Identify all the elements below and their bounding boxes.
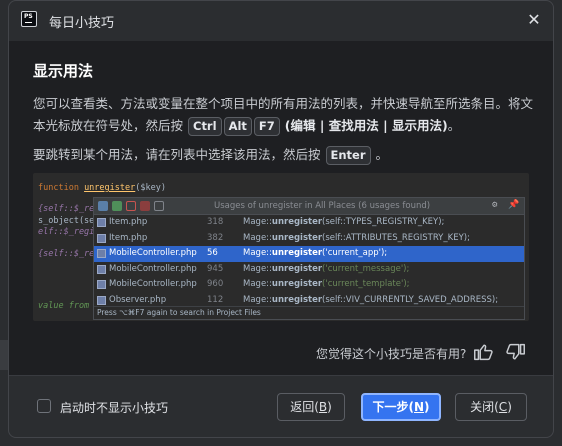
php-file-icon [97,280,106,290]
usage-code: Mage::unregister('current_app'); [243,248,388,259]
window-title: 每日小技巧 [49,16,115,31]
usage-file: Item.php [109,217,148,227]
tip-of-the-day-dialog: PS 每日小技巧 ✕ 显示用法 您可以查看类、方法或变量在整个项目中的所有用法的… [8,0,554,438]
usages-popup-header: Usages of unregister in All Places (6 us… [94,198,524,215]
usage-file: MobileController.php [109,279,197,290]
tip-paragraph-2: 要跳转到某个用法，请在列表中选择该用法，然后按 Enter 。 [33,144,533,166]
usage-file: Observer.php [109,295,167,305]
usage-line-number: 382 [207,232,224,243]
footer-divider [9,375,553,376]
usage-code: Mage::unregister(self::ATTRIBUTES_REGIST… [243,232,470,243]
period-2: 。 [375,147,389,162]
close-icon[interactable]: ✕ [523,9,545,31]
usage-code: Mage::unregister('current_message'); [243,263,410,274]
php-file-icon [97,296,106,305]
usage-row[interactable]: Item.php 382 Mage::unregister(self::ATTRIB… [94,231,524,247]
key-f7: F7 [253,117,280,136]
pin-icon[interactable]: 📌 [508,200,519,210]
usage-line-number: 318 [207,217,224,227]
usage-line-number: 960 [207,279,224,290]
code-line: value from [38,301,90,311]
usage-row[interactable]: Item.php 318 Mage::unregister(self::TYPES_… [94,215,524,231]
usage-line-number: 112 [207,295,224,305]
usage-file: MobileController.php [109,263,197,274]
read-access-icon[interactable] [126,201,136,211]
group-icon[interactable] [98,201,108,211]
menu-path: (编辑 | 查找用法 | 显示用法) [284,118,448,133]
key-enter: Enter [325,146,371,165]
feedback-question: 您觉得这个小技巧是否有用? [316,347,467,361]
usage-file: Item.php [109,232,148,243]
phpstorm-app-icon: PS [21,11,37,27]
usages-popup-title: Usages of unregister in All Places (6 us… [214,201,431,211]
usage-file: MobileController.php [109,248,197,259]
write-access-icon[interactable] [140,201,150,211]
close-button[interactable]: 关闭(C) [455,393,527,421]
usages-popup-footer: Press ⌥⌘F7 again to search in Project Fi… [94,306,524,319]
settings-icon[interactable]: ⚙ [492,200,497,210]
usage-row[interactable]: MobileController.php 56 Mage::unregister('… [94,246,524,262]
usage-row[interactable]: MobileController.php 945 Mage::unregister(… [94,262,524,278]
next-button[interactable]: 下一步(N) [361,393,441,421]
php-file-icon [97,249,106,259]
php-file-icon [97,218,106,227]
usage-line-number: 945 [207,263,224,274]
usage-row[interactable]: MobileController.php 960 Mage::unregister(… [94,277,524,293]
code-line: function unregister($key) [38,183,166,193]
usages-popup: Usages of unregister in All Places (6 us… [93,197,525,320]
usage-line-number: 56 [207,248,218,259]
thumbs-down-icon[interactable] [505,341,527,363]
tip-text-2: 要跳转到某个用法，请在列表中选择该用法，然后按 [33,147,321,162]
back-button[interactable]: 返回(B) [277,393,345,421]
php-file-icon [97,264,106,274]
usage-code: Mage::unregister('current_template'); [243,279,410,290]
tip-illustration: function unregister($key) {self::$_regis… [33,173,529,321]
merge-icon[interactable] [112,201,122,211]
key-ctrl: Ctrl [188,117,222,136]
code-line: s_object(sel [38,216,100,226]
php-file-icon [97,233,106,243]
dont-show-on-startup-checkbox[interactable] [37,399,51,413]
key-alt: Alt [223,117,252,136]
title-bar: PS 每日小技巧 ✕ [9,1,553,41]
tip-paragraph-1: 您可以查看类、方法或变量在整个项目中的所有用法的列表，并快速导航至所选条目。将文… [33,93,533,137]
filter-icon[interactable] [154,201,164,211]
tip-heading: 显示用法 [33,62,94,80]
usage-code: Mage::unregister(self::TYPES_REGISTRY_KE… [243,217,445,227]
usage-code: Mage::unregister(self::VIV_CURRENTLY_SAV… [243,295,499,305]
thumbs-up-icon[interactable] [472,341,494,363]
period: 。 [447,118,461,133]
dont-show-on-startup-label: 启动时不显示小技巧 [60,401,169,415]
